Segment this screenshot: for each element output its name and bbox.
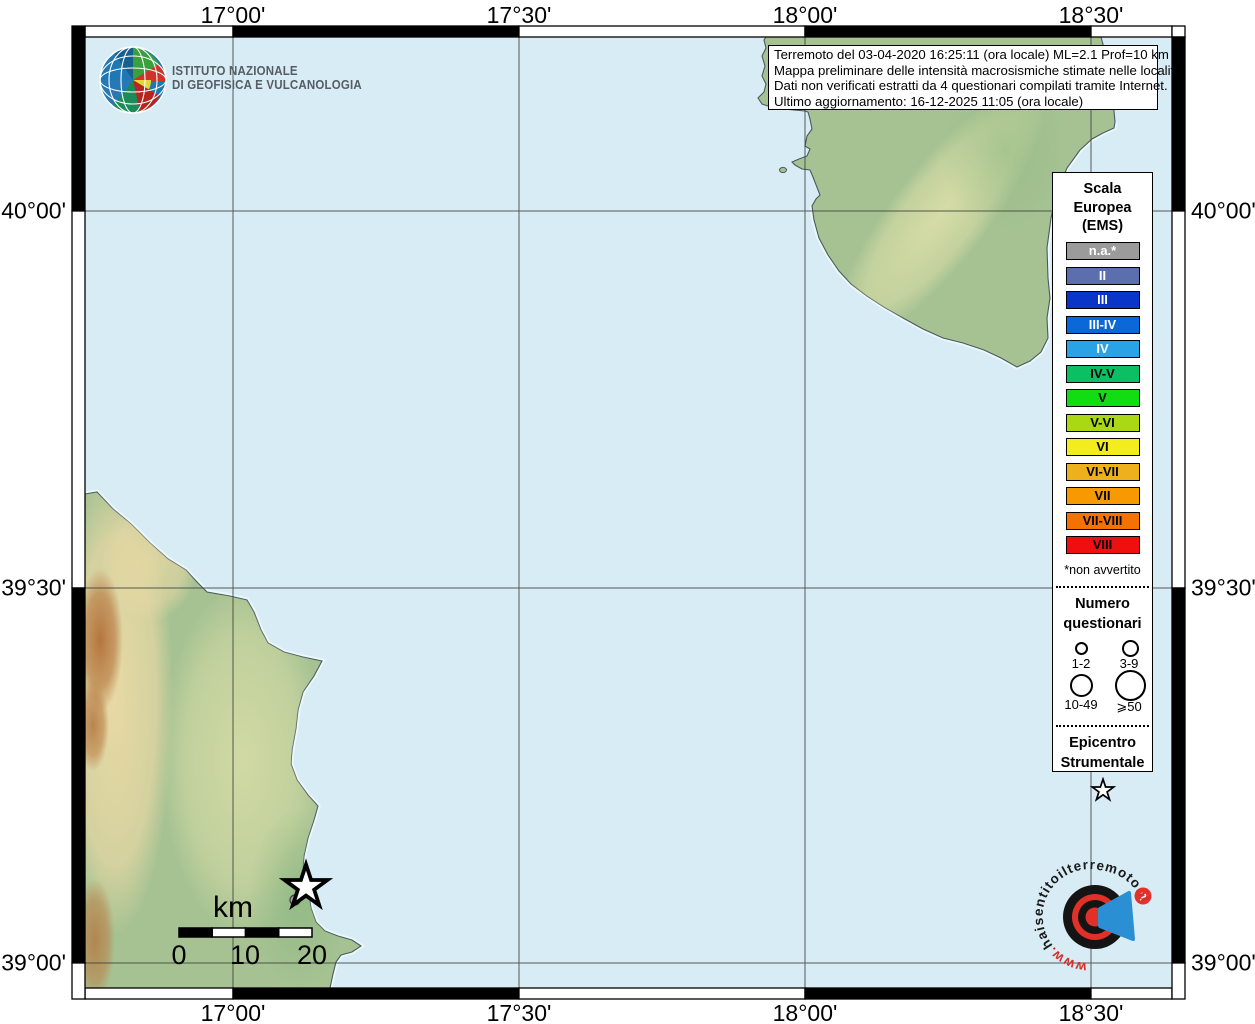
legend-footnote: *non avvertito bbox=[1053, 563, 1152, 577]
size-circle-3-9 bbox=[1122, 640, 1139, 657]
questionnaires-title-line2: questionari bbox=[1053, 614, 1152, 634]
questionnaires-title-line1: Numero bbox=[1053, 594, 1152, 614]
legend-class-iv-v: IV-V bbox=[1066, 365, 1140, 383]
epicenter-title-line1: Epicentro bbox=[1053, 733, 1152, 753]
scale-bar bbox=[179, 928, 312, 937]
size-label-1-2: 1-2 bbox=[1072, 656, 1091, 671]
legend-class-vii-viii: VII-VIII bbox=[1066, 512, 1140, 530]
size-label-50: ⩾50 bbox=[1116, 699, 1141, 715]
legend-class-iii-iv: III-IV bbox=[1066, 316, 1140, 334]
legend-class-iv: IV bbox=[1066, 340, 1140, 358]
axis-label-right-39-00: 39°00' bbox=[1191, 950, 1255, 977]
ingv-wordmark-line2: DI GEOFISICA E VULCANOLOGIA bbox=[172, 78, 362, 92]
legend-panel: Scala Europea (EMS) n.a.* II III III-IV … bbox=[1052, 172, 1153, 772]
legend-class-vi-vii: VI-VII bbox=[1066, 463, 1140, 481]
axis-label-right-40-00: 40°00' bbox=[1191, 198, 1255, 225]
scale-unit-label: km bbox=[213, 891, 253, 925]
ingv-wordmark: ISTITUTO NAZIONALE DI GEOFISICA E VULCAN… bbox=[172, 64, 362, 92]
scale-tick-20: 20 bbox=[297, 940, 327, 971]
legend-title-line1: Scala bbox=[1053, 180, 1152, 199]
small-island bbox=[780, 167, 787, 172]
axis-label-bottom-17-30: 17°30' bbox=[487, 1000, 552, 1024]
info-line-update: Ultimo aggiornamento: 16-12-2025 11:05 (… bbox=[774, 94, 1152, 110]
legend-title-line3: (EMS) bbox=[1053, 217, 1152, 236]
legend-title: Scala Europea (EMS) bbox=[1053, 180, 1152, 236]
seismic-intensity-map-page: ? www.haisentitoilterremoto.it 17°00' 17… bbox=[0, 0, 1255, 1024]
axis-label-left-39-30: 39°30' bbox=[0, 575, 66, 602]
size-circle-10-49 bbox=[1070, 674, 1093, 697]
axis-label-bottom-18-00: 18°00' bbox=[773, 1000, 838, 1024]
legend-class-vi: VI bbox=[1066, 438, 1140, 456]
size-label-10-49: 10-49 bbox=[1064, 697, 1097, 712]
questionnaires-title: Numero questionari bbox=[1053, 594, 1152, 634]
legend-class-vii: VII bbox=[1066, 487, 1140, 505]
axis-label-top-17-00: 17°00' bbox=[201, 2, 266, 29]
legend-class-v-vi: V-VI bbox=[1066, 414, 1140, 432]
legend-class-na: n.a.* bbox=[1066, 242, 1140, 260]
size-circle-1-2 bbox=[1075, 642, 1088, 655]
axis-label-top-18-00: 18°00' bbox=[773, 2, 838, 29]
info-line-map: Mappa preliminare delle intensità macros… bbox=[774, 63, 1152, 79]
legend-divider-1 bbox=[1056, 586, 1149, 588]
legend-class-ii: II bbox=[1066, 267, 1140, 285]
questionnaire-size-key: 1-2 3-9 10-49 ⩾50 bbox=[1053, 636, 1152, 716]
axis-label-top-18-30: 18°30' bbox=[1059, 2, 1124, 29]
axis-label-left-40-00: 40°00' bbox=[0, 198, 66, 225]
info-line-event: Terremoto del 03-04-2020 16:25:11 (ora l… bbox=[774, 47, 1152, 63]
scale-tick-0: 0 bbox=[171, 940, 186, 971]
axis-label-top-17-30: 17°30' bbox=[487, 2, 552, 29]
legend-title-line2: Europea bbox=[1053, 199, 1152, 218]
legend-star-icon bbox=[1088, 777, 1118, 805]
epicenter-title-line2: Strumentale bbox=[1053, 753, 1152, 773]
size-label-3-9: 3-9 bbox=[1120, 656, 1139, 671]
earthquake-info-box: Terremoto del 03-04-2020 16:25:11 (ora l… bbox=[768, 45, 1158, 110]
axis-label-bottom-17-00: 17°00' bbox=[201, 1000, 266, 1024]
legend-divider-2 bbox=[1056, 725, 1149, 727]
ingv-wordmark-line1: ISTITUTO NAZIONALE bbox=[172, 64, 362, 78]
epicenter-symbol-key bbox=[1053, 777, 1152, 810]
ingv-logo-globe bbox=[100, 47, 166, 113]
scale-tick-10: 10 bbox=[230, 940, 260, 971]
legend-class-iii: III bbox=[1066, 291, 1140, 309]
legend-class-v: V bbox=[1066, 389, 1140, 407]
info-line-data: Dati non verificati estratti da 4 questi… bbox=[774, 78, 1152, 94]
size-circle-50 bbox=[1115, 670, 1146, 701]
epicenter-title: Epicentro Strumentale bbox=[1053, 733, 1152, 773]
axis-label-bottom-18-30: 18°30' bbox=[1059, 1000, 1124, 1024]
axis-label-left-39-00: 39°00' bbox=[0, 950, 66, 977]
legend-class-viii: VIII bbox=[1066, 536, 1140, 554]
axis-label-right-39-30: 39°30' bbox=[1191, 575, 1255, 602]
